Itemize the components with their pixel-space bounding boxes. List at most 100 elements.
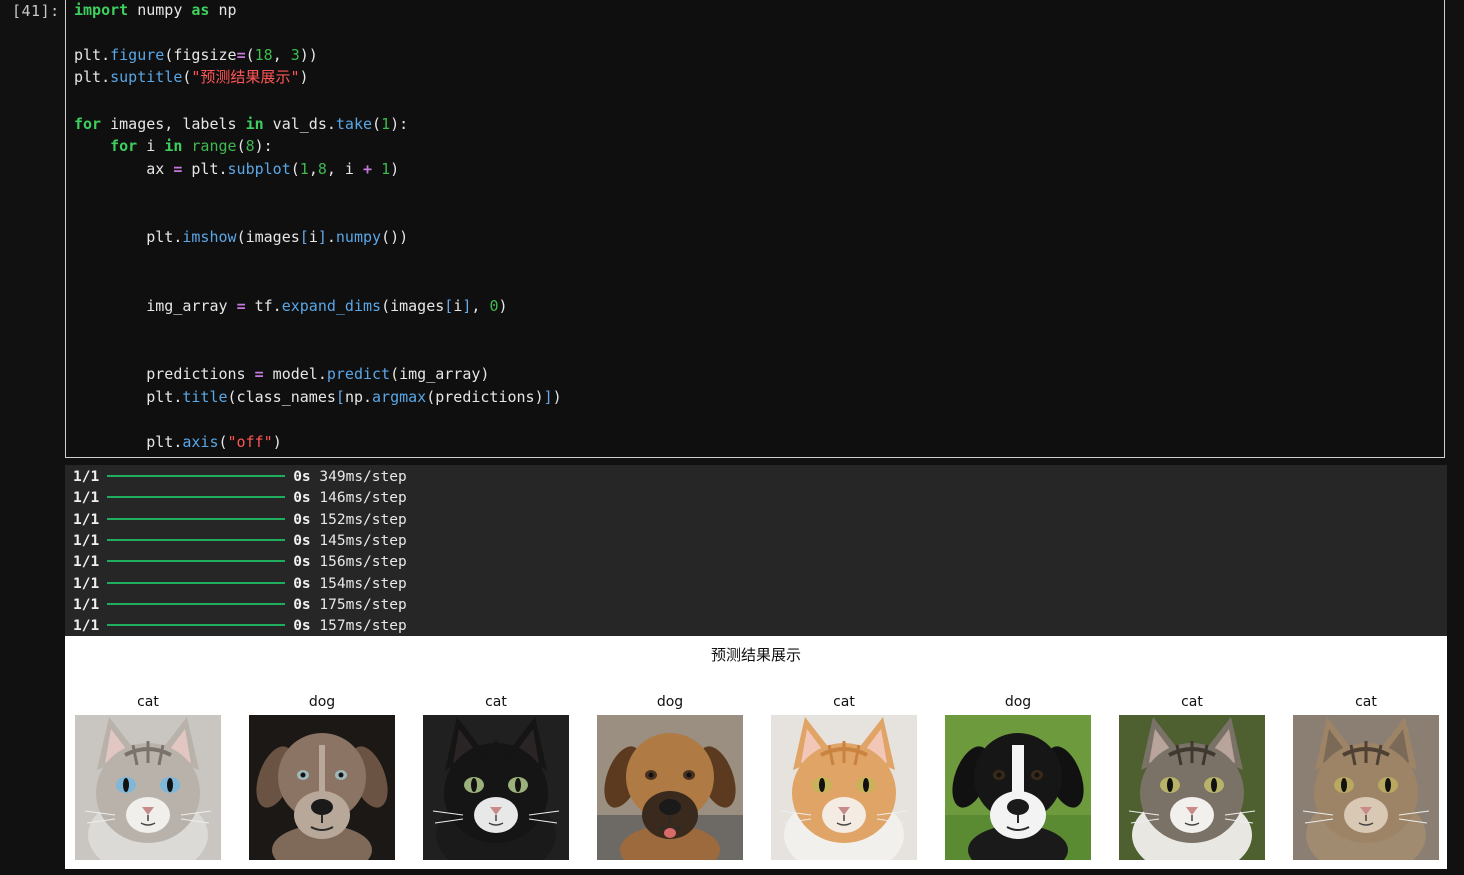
code-token: predict: [326, 365, 391, 383]
elapsed-time: 0s: [293, 554, 311, 571]
code-token: , i: [326, 160, 363, 178]
code-token: )): [299, 46, 318, 64]
code-token: (images: [236, 228, 300, 246]
code-token: (predictions): [426, 388, 544, 406]
black-kitten-photo: [423, 715, 569, 860]
code-token: expand_dims: [281, 297, 382, 315]
code-token: ,: [308, 160, 318, 178]
step-rate: 157ms/step: [319, 618, 407, 635]
code-line: plt.axis("off"): [74, 432, 282, 452]
code-token: argmax: [372, 388, 427, 406]
code-token: ]: [543, 388, 553, 406]
subplot: cat: [75, 691, 221, 860]
subplot: cat: [1119, 691, 1265, 860]
code-token: ):: [254, 137, 273, 155]
code-token: np.: [344, 388, 373, 406]
code-token: imshow: [182, 228, 237, 246]
progress-output-line: 1/1 0s 152ms/step: [73, 510, 407, 530]
code-token: (img_array): [390, 365, 490, 383]
step-count: 1/1: [73, 532, 100, 549]
shepherd-dog-photo: [597, 715, 743, 860]
progress-bar: [107, 538, 286, 541]
step-rate: 146ms/step: [319, 490, 407, 507]
code-token: ()): [381, 228, 409, 246]
progress-bar: [107, 560, 286, 563]
code-line: img_array = tf.expand_dims(images[i], 0): [74, 296, 508, 316]
step-rate: 156ms/step: [319, 554, 407, 571]
code-token: 8: [317, 160, 327, 178]
subplot-title: cat: [485, 694, 507, 710]
subplot-title: cat: [1181, 694, 1203, 710]
code-token: plt.: [74, 46, 111, 64]
code-token: plt.: [74, 68, 111, 86]
code-token: =: [236, 46, 246, 64]
black-white-dog-photo: [945, 715, 1091, 860]
code-token: as: [191, 1, 210, 19]
code-token: (: [245, 46, 255, 64]
progress-bar: [107, 602, 286, 605]
code-token: val_ds.: [263, 115, 336, 133]
code-token: ): [552, 388, 562, 406]
code-token: [: [335, 388, 345, 406]
code-token: =: [236, 297, 246, 315]
elapsed-time: 0s: [293, 575, 311, 592]
code-token: ax: [74, 160, 174, 178]
progress-output-line: 1/1 0s 146ms/step: [73, 488, 407, 508]
subplot-title: cat: [137, 694, 159, 710]
code-token: np: [209, 1, 237, 19]
progress-bar: [107, 624, 286, 627]
code-token: (: [218, 433, 228, 451]
code-token: tf.: [245, 297, 282, 315]
code-token: (class_names: [227, 388, 336, 406]
code-line: plt.imshow(images[i].numpy()): [74, 227, 408, 247]
step-count: 1/1: [73, 490, 100, 507]
code-token: images, labels: [101, 115, 246, 133]
code-line: import numpy as np: [74, 0, 237, 20]
subplot: dog: [945, 691, 1091, 860]
code-token: (: [290, 160, 300, 178]
code-token: (: [236, 137, 246, 155]
code-token: [: [444, 297, 454, 315]
code-token: numpy: [128, 1, 192, 19]
step-count: 1/1: [73, 554, 100, 571]
subplot: dog: [597, 691, 743, 860]
step-rate: 349ms/step: [319, 469, 407, 485]
code-token: ,: [471, 297, 490, 315]
progress-output-line: 1/1 0s 349ms/step: [73, 467, 407, 487]
figure-suptitle: 预测结果展示: [710, 646, 801, 664]
elapsed-time: 0s: [293, 469, 311, 485]
subplot: dog: [249, 691, 395, 860]
code-token: [: [299, 228, 309, 246]
output-area: 1/1 0s 349ms/step 1/1 0s 146ms/step 1/1 0s 15…: [65, 465, 1447, 637]
progress-output-line: 1/1 0s 175ms/step: [73, 595, 407, 615]
code-token: in: [164, 137, 183, 155]
elapsed-time: 0s: [293, 511, 311, 528]
code-token: 1: [381, 160, 391, 178]
code-token: i: [137, 137, 165, 155]
code-token: ): [498, 297, 508, 315]
code-token: for: [74, 115, 102, 133]
orange-kitten-photo: [771, 715, 917, 860]
code-line: plt.suptitle("预测结果展示"): [74, 67, 309, 87]
elapsed-time: 0s: [293, 490, 311, 507]
code-token: (figsize: [164, 46, 237, 64]
code-token: suptitle: [110, 68, 183, 86]
code-token: figure: [110, 46, 165, 64]
code-token: 18: [254, 46, 273, 64]
code-token: take: [335, 115, 373, 133]
code-token: for: [110, 137, 138, 155]
tabby-white-cat-photo: [1119, 715, 1265, 860]
step-count: 1/1: [73, 469, 100, 485]
elapsed-time: 0s: [293, 532, 311, 549]
code-line: predictions = model.predict(img_array): [74, 364, 489, 384]
code-cell[interactable]: import numpy as np plt.figure(figsize=(18…: [65, 0, 1445, 458]
progress-bar: [107, 517, 286, 520]
subplot-title: cat: [1355, 694, 1377, 710]
tabby-cat-photo: [1293, 715, 1439, 860]
step-count: 1/1: [73, 575, 100, 592]
code-token: ):: [390, 115, 409, 133]
code-token: i: [308, 228, 318, 246]
progress-bar: [107, 581, 286, 584]
code-token: ): [272, 433, 282, 451]
